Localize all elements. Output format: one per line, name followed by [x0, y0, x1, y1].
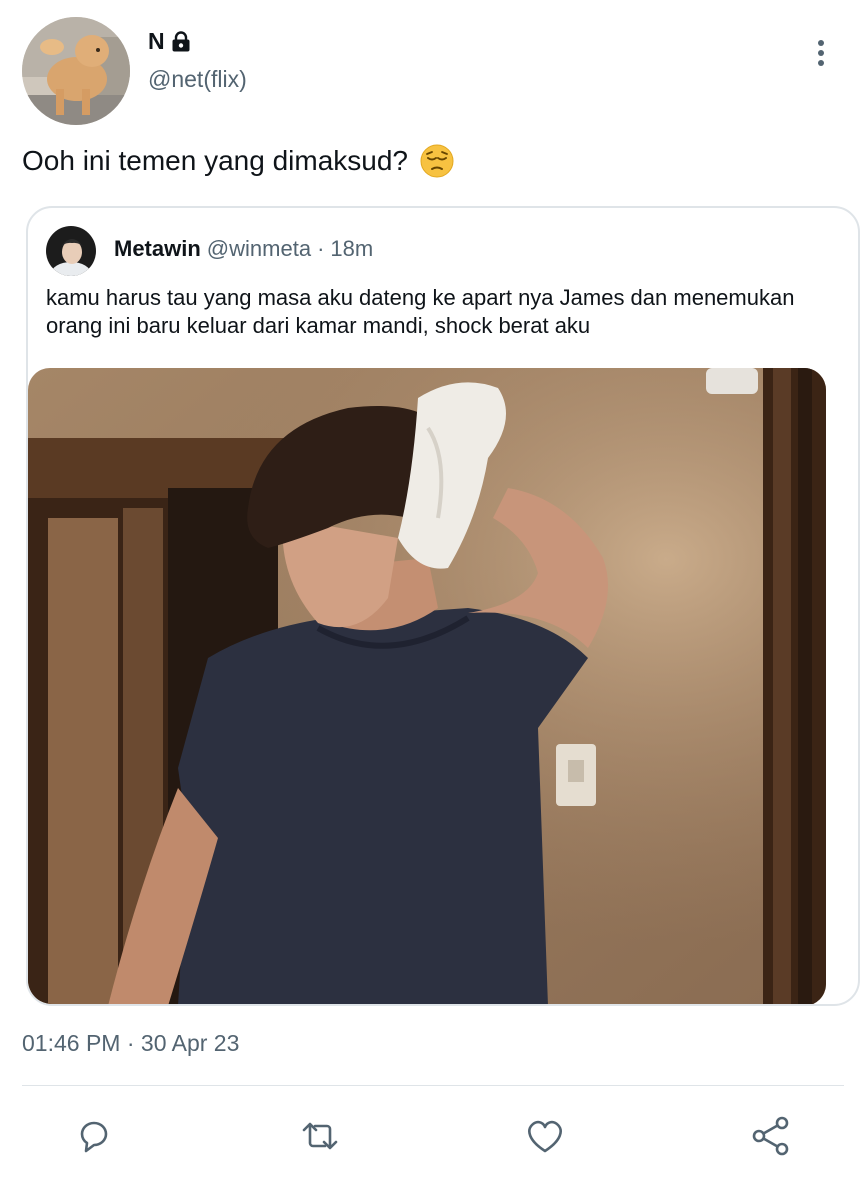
author-display-name-row[interactable]: N: [148, 28, 192, 55]
author-display-name[interactable]: N: [148, 28, 165, 55]
lock-icon: [170, 30, 192, 53]
quoted-tweet-photo[interactable]: [28, 368, 826, 1004]
quoted-author-name[interactable]: Metawin: [114, 236, 201, 262]
quoted-author-avatar[interactable]: [46, 226, 96, 276]
tweet-date[interactable]: 30 Apr 23: [141, 1030, 239, 1056]
more-options-icon[interactable]: [808, 36, 834, 70]
quoted-tweet-time[interactable]: 18m: [330, 236, 373, 262]
tweet-text-row: Ooh ini temen yang dimaksud?: [22, 144, 454, 178]
quoted-tweet-card[interactable]: Metawin @winmeta · 18m kamu harus tau ya…: [26, 206, 860, 1006]
author-handle[interactable]: @net(flix): [148, 66, 247, 93]
header-separator: ·: [317, 236, 325, 261]
tweet-timestamp[interactable]: 01:46 PM · 30 Apr 23: [22, 1030, 239, 1057]
quoted-tweet-text: kamu harus tau yang masa aku dateng ke a…: [46, 285, 795, 338]
share-button[interactable]: [747, 1112, 795, 1160]
like-button[interactable]: [521, 1112, 569, 1160]
actions-divider: [22, 1085, 844, 1086]
pensive-face-emoji-icon: [420, 144, 454, 178]
retweet-icon: [298, 1116, 342, 1156]
heart-icon: [524, 1116, 566, 1156]
quoted-author-handle[interactable]: @winmeta: [207, 236, 311, 262]
tweet-time[interactable]: 01:46 PM: [22, 1030, 120, 1056]
timestamp-separator: ·: [126, 1030, 135, 1056]
reply-icon: [74, 1116, 114, 1156]
quoted-tweet-header: Metawin @winmeta · 18m: [114, 236, 373, 262]
author-avatar[interactable]: [22, 17, 130, 125]
share-icon: [749, 1114, 793, 1158]
tweet-text: Ooh ini temen yang dimaksud?: [22, 145, 408, 176]
retweet-button[interactable]: [296, 1112, 344, 1160]
reply-button[interactable]: [70, 1112, 118, 1160]
